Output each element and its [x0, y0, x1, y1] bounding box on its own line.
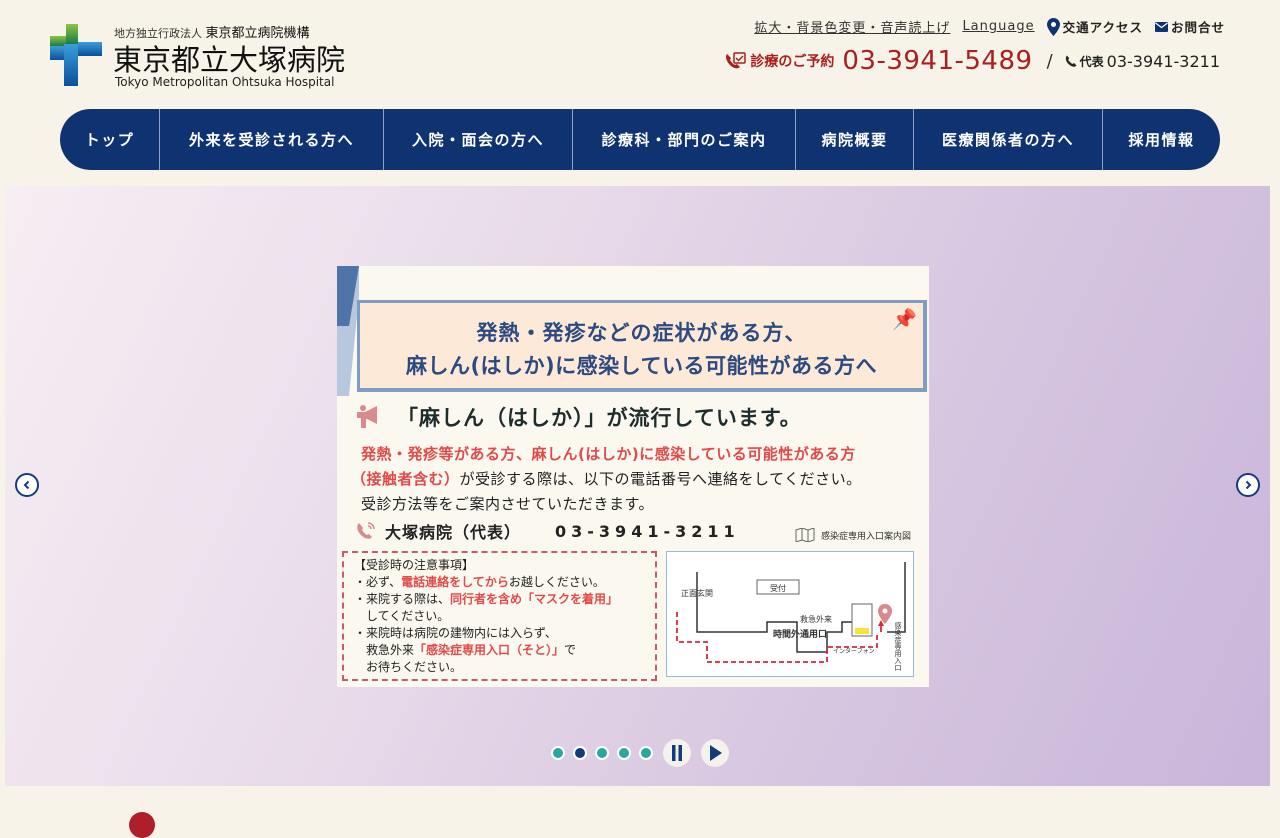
carousel-dot[interactable]	[595, 746, 609, 760]
carousel-dot[interactable]	[639, 746, 653, 760]
tel-separator: /	[1046, 50, 1053, 72]
entrance-map: 正面玄関 時間外通用口 受付 救急外来 インターフォン 感染症専用入口	[666, 551, 914, 677]
pushpin-icon: 📌	[892, 307, 917, 331]
slide-banner: 発熱・発疹などの症状がある方、 麻しん(はしか)に感染している可能性がある方へ …	[357, 300, 927, 392]
carousel-dot[interactable]	[551, 746, 565, 760]
map-icon	[795, 528, 815, 542]
carousel-pause-button[interactable]	[663, 739, 691, 767]
section-marker-icon	[129, 812, 155, 838]
carousel-dot-active[interactable]	[573, 746, 587, 760]
reservation-phone[interactable]: 診療のご予約 03-3941-5489	[724, 46, 1032, 76]
map-pin-icon	[1046, 17, 1060, 36]
chevron-left-icon	[23, 480, 30, 490]
carousel-pagination	[551, 739, 729, 767]
hospital-name: 東京都立大塚病院	[113, 43, 346, 77]
telephone-row: 診療のご予約 03-3941-5489 / 代表 03-3941-3211	[724, 46, 1220, 76]
carousel-next-button[interactable]	[1236, 473, 1260, 497]
map-drawing	[676, 562, 906, 663]
chevron-right-icon	[1245, 480, 1252, 490]
carousel-prev-button[interactable]	[15, 473, 39, 497]
reservation-number: 03-3941-5489	[842, 46, 1033, 76]
nav-recruit[interactable]: 採用情報	[1103, 109, 1220, 170]
map-title: 感染症専用入口案内図	[795, 528, 911, 542]
hero-carousel: 発熱・発疹などの症状がある方、 麻しん(はしか)に感染している可能性がある方へ …	[5, 186, 1270, 786]
megaphone-icon	[357, 405, 377, 428]
mail-icon	[1154, 21, 1168, 32]
carousel-dot[interactable]	[617, 746, 631, 760]
nav-outpatient[interactable]: 外来を受診される方へ	[160, 109, 384, 170]
ribbon-decoration	[337, 266, 359, 396]
nav-inpatient-visiting[interactable]: 入院・面会の方へ	[384, 109, 573, 170]
phone-icon	[1065, 55, 1077, 67]
slide-phone: 大塚病院（代表） 03-3941-3211	[355, 519, 740, 543]
hospital-logo[interactable]: 地方独立行政法人 東京都立病院機構 東京都立大塚病院 Tokyo Metropo…	[50, 22, 380, 92]
global-nav: トップ 外来を受診される方へ 入院・面会の方へ 診療科・部門のご案内 病院概要 …	[60, 109, 1220, 170]
carousel-play-button[interactable]	[701, 739, 729, 767]
nav-medical-professionals[interactable]: 医療関係者の方へ	[914, 109, 1103, 170]
nav-departments[interactable]: 診療科・部門のご案内	[573, 109, 796, 170]
play-icon	[710, 745, 722, 761]
access-link[interactable]: 交通アクセス	[1046, 17, 1143, 36]
visit-notes-box: 【受診時の注意事項】 ・必ず、電話連絡をしてからお越しください。 ・来院する際は…	[342, 551, 657, 681]
nav-top[interactable]: トップ	[60, 109, 160, 170]
phone-calendar-icon	[726, 52, 747, 69]
main-number: 03-3941-3211	[1106, 51, 1220, 71]
pause-icon	[672, 745, 682, 761]
slide-headline: 「麻しん（はしか）」が流行しています。	[355, 402, 802, 432]
accessibility-link[interactable]: 拡大・背景色変更・音声読上げ	[754, 17, 950, 36]
main-phone[interactable]: 代表 03-3941-3211	[1065, 52, 1220, 71]
language-link[interactable]: Language	[962, 19, 1034, 34]
utility-links: 拡大・背景色変更・音声読上げ Language 交通アクセス お問合せ	[754, 17, 1225, 36]
phone-ring-icon	[357, 522, 375, 539]
hospital-name-en: Tokyo Metropolitan Ohtsuka Hospital	[115, 75, 335, 89]
nav-hospital-overview[interactable]: 病院概要	[796, 109, 914, 170]
contact-link[interactable]: お問合せ	[1154, 17, 1225, 36]
measles-notice-slide[interactable]: 発熱・発疹などの症状がある方、 麻しん(はしか)に感染している可能性がある方へ …	[337, 266, 929, 687]
hospital-cross-logo-icon	[50, 24, 102, 86]
